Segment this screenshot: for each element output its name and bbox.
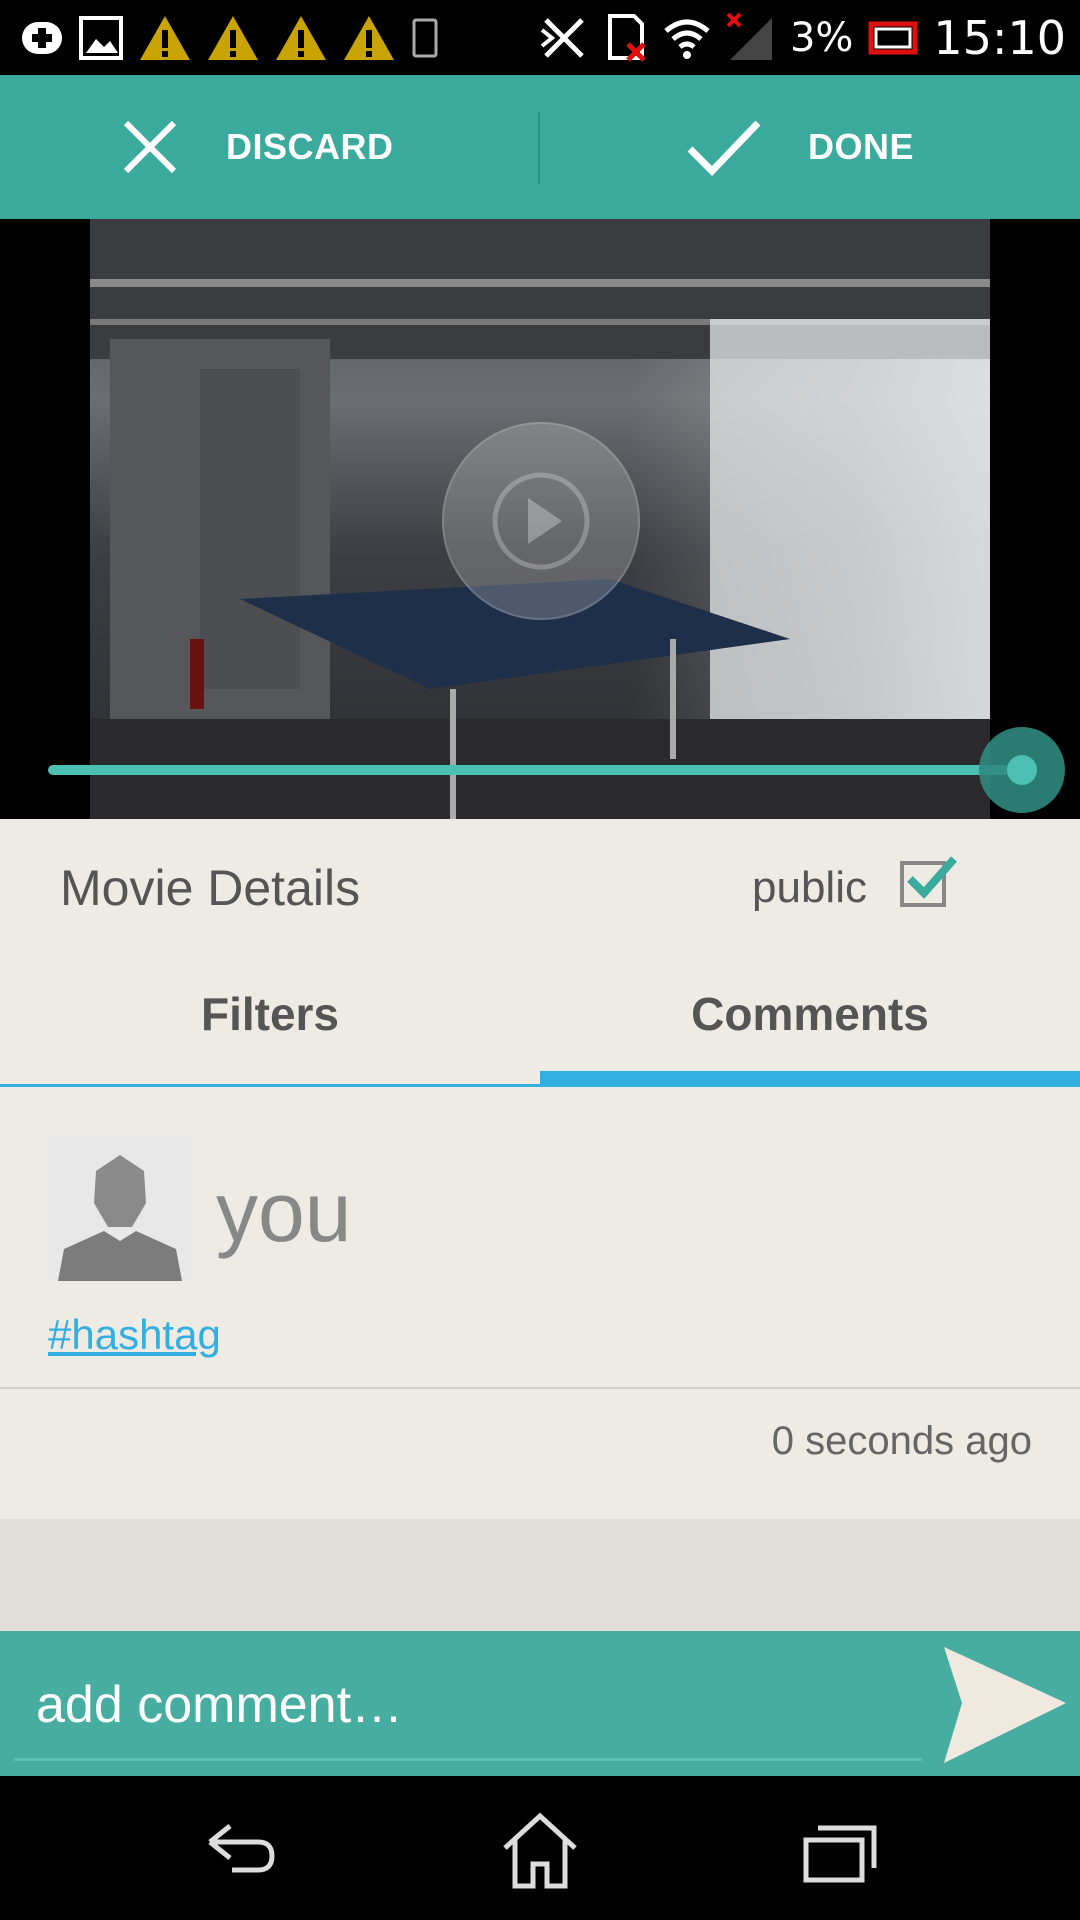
play-icon — [492, 472, 590, 570]
tab-active-indicator — [540, 1071, 1080, 1087]
avatar — [48, 1137, 192, 1281]
send-button[interactable] — [940, 1645, 1070, 1765]
navigation-bar — [0, 1776, 1080, 1920]
warning-icon — [208, 16, 258, 60]
warning-icon — [276, 16, 326, 60]
back-button[interactable] — [196, 1806, 286, 1896]
tab-bar: Filters Comments — [0, 959, 1080, 1069]
discard-label: DISCARD — [226, 126, 394, 167]
battery-low-icon — [868, 21, 918, 54]
action-bar: DISCARD DONE — [0, 75, 1080, 219]
seek-bar-track[interactable] — [48, 765, 1032, 775]
done-button[interactable]: DONE — [684, 75, 914, 219]
notification-plus-icon — [22, 22, 62, 54]
user-silhouette-icon — [48, 1137, 192, 1281]
comment-divider — [0, 1387, 1080, 1389]
tab-comments[interactable]: Comments — [540, 959, 1080, 1069]
tab-filters[interactable]: Filters — [0, 959, 540, 1069]
status-system: 3% 15:10 — [538, 0, 1066, 75]
phone-icon — [412, 18, 438, 58]
close-icon — [123, 120, 177, 174]
comments-list-empty-area — [0, 1519, 1080, 1631]
sd-card-error-icon — [607, 13, 646, 62]
nfc-off-icon — [540, 17, 584, 58]
warning-icon — [140, 16, 190, 60]
clock: 15:10 — [933, 10, 1066, 65]
hashtag-link[interactable]: #hashtag — [48, 1311, 221, 1359]
gallery-icon — [79, 16, 123, 60]
check-icon — [687, 120, 761, 177]
seek-bar-thumb[interactable] — [1007, 755, 1038, 785]
home-icon — [503, 1812, 577, 1889]
home-button[interactable] — [495, 1806, 585, 1896]
movie-details-panel: Movie Details public Filters Comments yo… — [0, 819, 1080, 1639]
discard-button[interactable]: DISCARD — [118, 75, 394, 219]
comment-timestamp: 0 seconds ago — [771, 1419, 1032, 1463]
send-icon — [944, 1647, 1066, 1763]
status-bar: 3% 15:10 — [0, 0, 1080, 75]
recents-button[interactable] — [794, 1806, 884, 1896]
public-label: public — [752, 863, 867, 912]
action-divider — [538, 112, 540, 184]
no-signal-icon — [726, 12, 772, 60]
comment-input[interactable] — [14, 1651, 922, 1761]
public-checkbox[interactable] — [900, 856, 957, 907]
play-button[interactable] — [442, 422, 640, 620]
warning-icon — [344, 16, 394, 60]
checkmark-icon — [907, 856, 957, 899]
video-preview[interactable] — [0, 219, 1080, 819]
wifi-icon — [664, 19, 710, 59]
done-label: DONE — [808, 126, 915, 167]
back-icon — [208, 1824, 275, 1873]
details-title: Movie Details — [60, 860, 361, 916]
status-notifications — [20, 10, 440, 66]
battery-percent: 3% — [789, 14, 854, 61]
recents-icon — [803, 1825, 877, 1883]
comment-author: you — [216, 1165, 352, 1259]
comment-composer — [0, 1631, 1080, 1776]
